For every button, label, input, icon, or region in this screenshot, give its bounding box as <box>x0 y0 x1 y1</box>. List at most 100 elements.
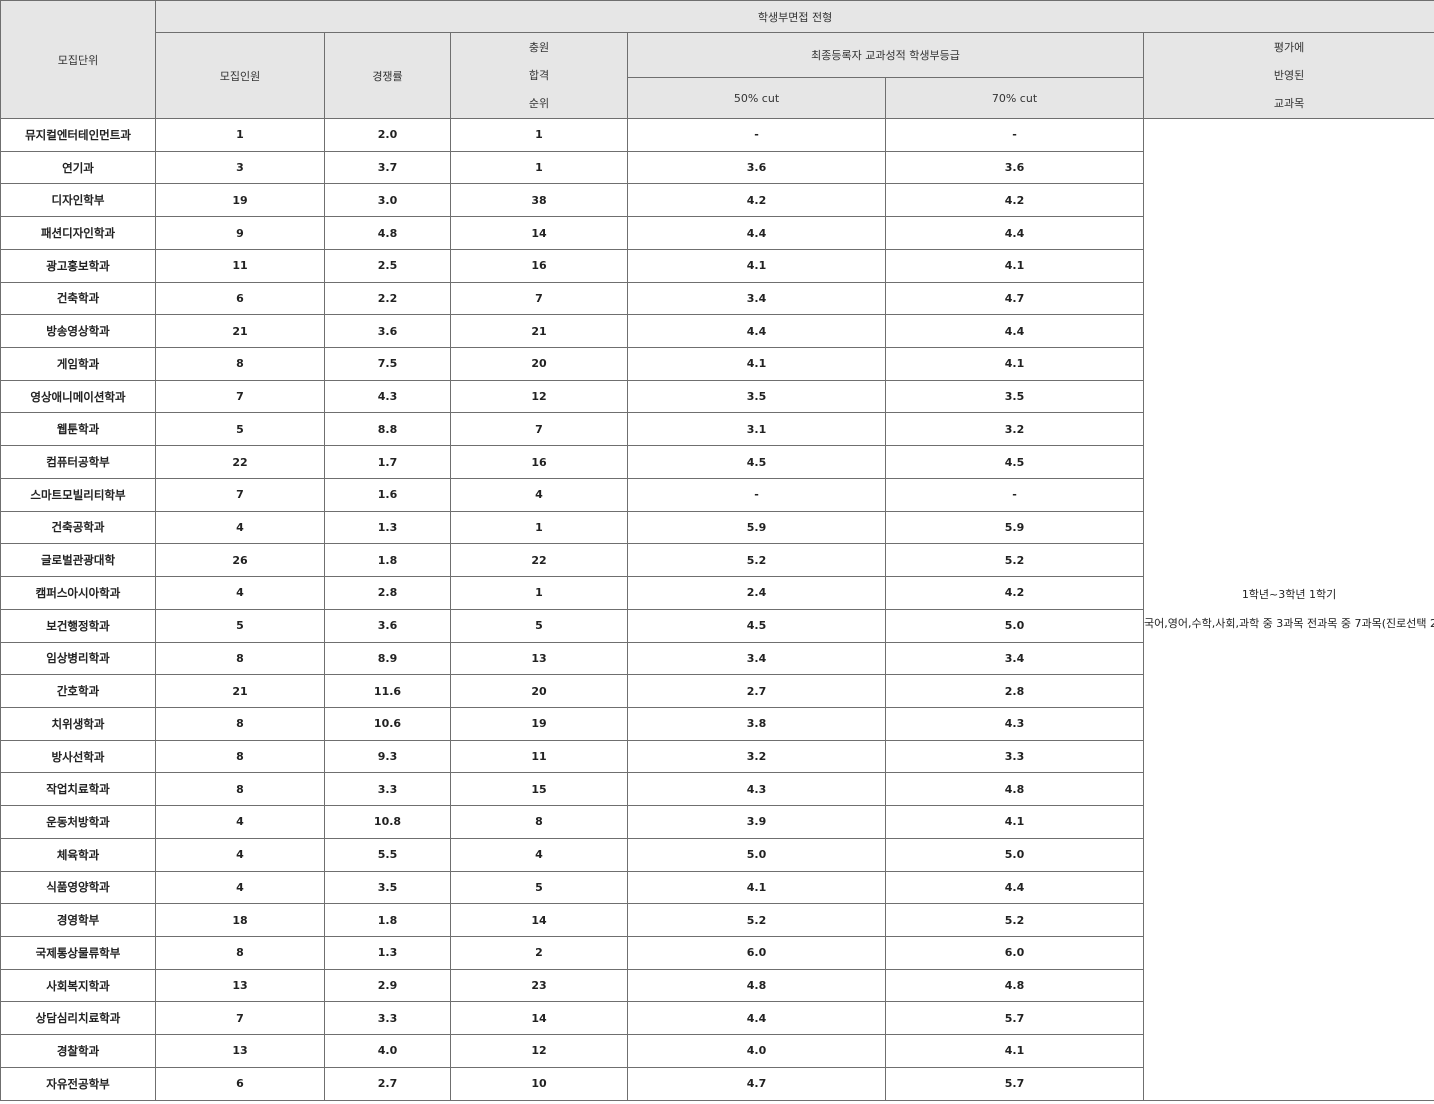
recruit-count-cell: 8 <box>155 772 325 807</box>
competition-rate-cell: 2.9 <box>324 968 451 1003</box>
cut70-cell: 4.8 <box>885 968 1144 1003</box>
rank-cell: 14 <box>450 1001 628 1036</box>
cut70-cell: 4.4 <box>885 870 1144 905</box>
competition-rate-cell: 2.8 <box>324 576 451 610</box>
competition-rate-cell: 8.8 <box>324 412 451 447</box>
competition-rate-cell: 2.5 <box>324 248 451 283</box>
competition-rate-cell: 8.9 <box>324 641 451 676</box>
unit-cell: 상담심리치료학과 <box>0 1001 156 1036</box>
cut70-cell: 3.6 <box>885 150 1144 185</box>
rank-cell: 16 <box>450 445 628 479</box>
table-row: 뮤지컬엔터테인먼트과 1 2.0 1- -1학년~3학년 1학기 국어,영어,수학,사회,… <box>0 118 1434 1101</box>
recruit-count-cell: 1 <box>155 118 325 152</box>
cut70-cell: 4.1 <box>885 347 1144 381</box>
cut70-cell: 4.8 <box>885 772 1144 807</box>
cut50-cell: 3.4 <box>627 281 886 316</box>
cut50-cell: 4.4 <box>627 1001 886 1036</box>
competition-rate-cell: 4.3 <box>324 379 451 414</box>
competition-rate-cell: 11.6 <box>324 674 451 708</box>
cut50-cell: 5.2 <box>627 903 886 937</box>
recruit-count-cell: 5 <box>155 412 325 447</box>
recruit-count-cell: 8 <box>155 935 325 970</box>
cut70-cell: 5.2 <box>885 903 1144 937</box>
competition-rate-cell: 1.6 <box>324 477 451 512</box>
competition-rate-cell: 2.0 <box>324 118 451 152</box>
competition-rate-cell: 3.3 <box>324 772 451 807</box>
competition-rate-cell: 1.8 <box>324 543 451 578</box>
unit-cell: 건축공학과 <box>0 510 156 545</box>
rank-cell: 4 <box>450 477 628 512</box>
recruit-count-cell: 5 <box>155 608 325 643</box>
unit-cell: 자유전공학부 <box>0 1066 156 1101</box>
cut50-cell: - <box>627 477 886 512</box>
rank-cell: 20 <box>450 674 628 708</box>
header-cut70: 70% cut <box>885 77 1144 119</box>
unit-cell: 임상병리학과 <box>0 641 156 676</box>
header-subjects: 평가에 반영된 교과목 <box>1142 32 1434 119</box>
cut70-cell: 3.5 <box>885 379 1144 414</box>
cut70-cell: 3.2 <box>885 412 1144 447</box>
header-recruit-count: 모집인원 <box>155 32 325 119</box>
unit-cell: 컴퓨터공학부 <box>0 445 156 479</box>
rank-cell: 16 <box>450 248 628 283</box>
recruit-count-cell: 4 <box>155 870 325 905</box>
rank-cell: 7 <box>450 412 628 447</box>
subjects-note-cell: 1학년~3학년 1학기 국어,영어,수학,사회,과학 중 3과목 전과목 중 7과… <box>1142 118 1434 1101</box>
unit-cell: 영상애니메이션학과 <box>0 379 156 414</box>
competition-rate-cell: 1.8 <box>324 903 451 937</box>
cut50-cell: 4.5 <box>627 608 886 643</box>
rank-cell: 2 <box>450 935 628 970</box>
cut70-cell: 4.2 <box>885 183 1144 218</box>
header-grade-group: 최종등록자 교과성적 학생부등급 <box>627 32 1144 78</box>
recruit-count-cell: 4 <box>155 837 325 872</box>
recruit-count-cell: 7 <box>155 1001 325 1036</box>
competition-rate-cell: 2.2 <box>324 281 451 316</box>
unit-cell: 글로벌관광대학 <box>0 543 156 578</box>
cut70-cell: 4.4 <box>885 314 1144 349</box>
recruit-count-cell: 13 <box>155 968 325 1003</box>
recruit-count-cell: 19 <box>155 183 325 218</box>
rank-cell: 4 <box>450 837 628 872</box>
rank-cell: 8 <box>450 805 628 839</box>
cut50-cell: 3.6 <box>627 150 886 185</box>
unit-cell: 웹툰학과 <box>0 412 156 447</box>
rank-cell: 14 <box>450 903 628 937</box>
rank-cell: 1 <box>450 150 628 185</box>
cut70-cell: 5.7 <box>885 1001 1144 1036</box>
rank-cell: 38 <box>450 183 628 218</box>
rank-cell: 5 <box>450 608 628 643</box>
cut50-cell: 6.0 <box>627 935 886 970</box>
cut50-cell: 4.4 <box>627 314 886 349</box>
unit-cell: 경찰학과 <box>0 1034 156 1068</box>
cut70-cell: 5.0 <box>885 608 1144 643</box>
unit-cell: 광고홍보학과 <box>0 248 156 283</box>
rank-cell: 15 <box>450 772 628 807</box>
unit-cell: 운동처방학과 <box>0 805 156 839</box>
cut70-cell: 4.4 <box>885 216 1144 250</box>
header-competition-rate: 경쟁률 <box>324 32 451 119</box>
cut70-cell: 4.3 <box>885 706 1144 741</box>
competition-rate-cell: 1.7 <box>324 445 451 479</box>
cut70-cell: 4.1 <box>885 248 1144 283</box>
competition-rate-cell: 10.6 <box>324 706 451 741</box>
recruit-count-cell: 18 <box>155 903 325 937</box>
cut50-cell: 5.0 <box>627 837 886 872</box>
unit-cell: 간호학과 <box>0 674 156 708</box>
cut70-cell: 5.0 <box>885 837 1144 872</box>
competition-rate-cell: 3.0 <box>324 183 451 218</box>
header-rank-line: 합격 <box>528 68 550 82</box>
unit-cell: 체육학과 <box>0 837 156 872</box>
competition-rate-cell: 7.5 <box>324 347 451 381</box>
competition-rate-cell: 3.6 <box>324 314 451 349</box>
rank-cell: 13 <box>450 641 628 676</box>
cut50-cell: 2.4 <box>627 576 886 610</box>
competition-rate-cell: 3.6 <box>324 608 451 643</box>
competition-rate-cell: 5.5 <box>324 837 451 872</box>
cut50-cell: 3.1 <box>627 412 886 447</box>
rank-cell: 12 <box>450 1034 628 1068</box>
recruit-count-cell: 8 <box>155 739 325 774</box>
cut50-cell: 3.5 <box>627 379 886 414</box>
recruit-count-cell: 3 <box>155 150 325 185</box>
unit-cell: 캠퍼스아시아학과 <box>0 576 156 610</box>
cut50-cell: 4.4 <box>627 216 886 250</box>
